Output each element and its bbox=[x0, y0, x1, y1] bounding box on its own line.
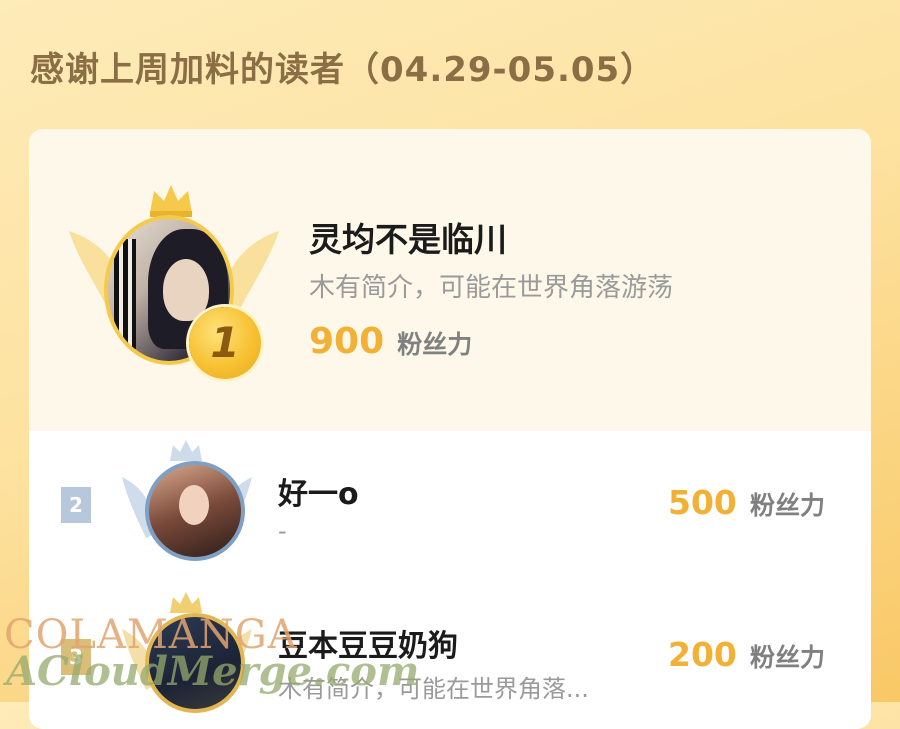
rank-badge: 2 bbox=[61, 487, 91, 523]
list-item[interactable]: 2 好一o - 500 粉丝力 bbox=[29, 440, 871, 597]
points-unit: 粉丝力 bbox=[397, 330, 473, 359]
first-place-section[interactable]: 1 灵均不是临川 木有简介，可能在世界角落游荡 900 粉丝力 bbox=[29, 129, 871, 431]
points-value: 900 bbox=[309, 321, 385, 362]
page-title: 感谢上周加料的读者（04.29-05.05） bbox=[30, 50, 656, 90]
user-bio: 木有简介，可能在世界角落游荡 bbox=[309, 273, 674, 303]
crown-icon bbox=[170, 440, 202, 461]
fan-points: 500 粉丝力 bbox=[668, 483, 825, 522]
points-value: 200 bbox=[668, 635, 737, 674]
watermark: ACloudMerge.com bbox=[6, 648, 420, 695]
user-name[interactable]: 好一o bbox=[278, 469, 359, 513]
points-unit: 粉丝力 bbox=[749, 643, 825, 672]
fan-points: 200 粉丝力 bbox=[668, 635, 825, 674]
rank-medal-icon: 1 bbox=[189, 307, 261, 379]
fan-points: 900 粉丝力 bbox=[309, 321, 472, 362]
avatar[interactable] bbox=[145, 461, 245, 561]
user-name[interactable]: 灵均不是临川 bbox=[309, 213, 507, 261]
points-unit: 粉丝力 bbox=[749, 491, 825, 520]
crown-icon bbox=[150, 185, 192, 217]
points-value: 500 bbox=[668, 483, 737, 522]
user-bio: - bbox=[278, 517, 287, 545]
